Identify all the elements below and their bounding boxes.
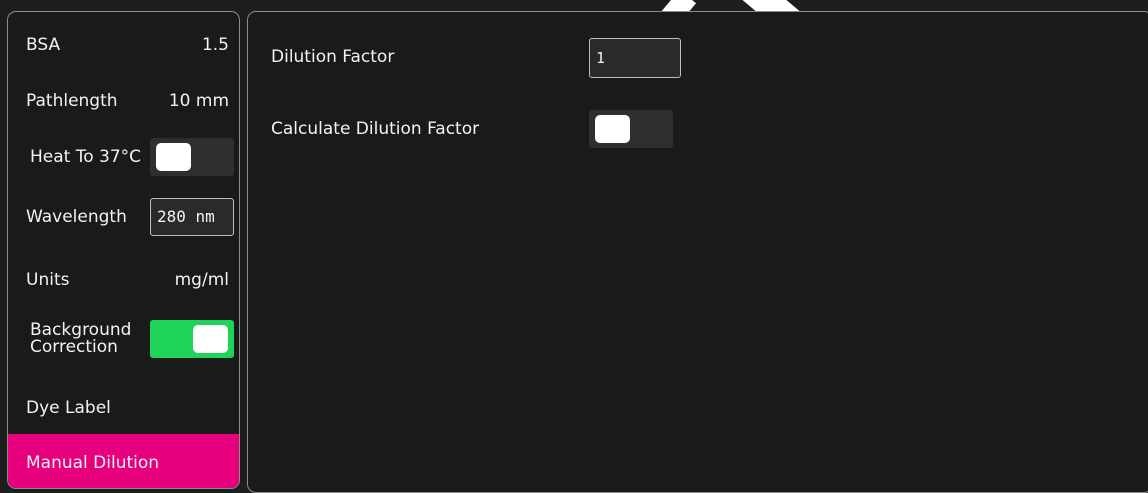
pathlength-value: 10 mm	[168, 91, 229, 111]
toggle-knob	[595, 115, 630, 143]
dilution-factor-label: Dilution Factor	[271, 47, 395, 67]
background-correction-label-line2: Correction	[30, 337, 118, 357]
background-correction-label: Background Correction	[30, 322, 131, 356]
background-correction-toggle[interactable]	[150, 320, 234, 358]
toggle-knob	[193, 325, 228, 353]
bsa-label: BSA	[26, 35, 61, 55]
dilution-factor-input[interactable]: 1	[589, 38, 681, 78]
heat-toggle[interactable]	[150, 138, 234, 176]
manual-dilution-label: Manual Dilution	[26, 453, 160, 473]
sidebar-item-background-correction: Background Correction	[8, 310, 239, 368]
units-value: mg/ml	[174, 270, 229, 290]
heat-label: Heat To 37°C	[30, 147, 142, 167]
wavelength-input[interactable]: 280 nm	[150, 198, 234, 236]
settings-sidebar: BSA 1.5 Pathlength 10 mm Heat To 37°C Wa…	[7, 11, 240, 489]
sidebar-item-dye-label[interactable]: Dye Label	[8, 379, 239, 437]
sidebar-item-heat: Heat To 37°C	[8, 128, 239, 186]
bsa-value: 1.5	[201, 35, 229, 55]
main-panel: Dilution Factor 1 Calculate Dilution Fac…	[247, 11, 1148, 493]
sidebar-item-pathlength[interactable]: Pathlength 10 mm	[8, 72, 239, 130]
dye-label-label: Dye Label	[26, 398, 111, 418]
sidebar-item-wavelength: Wavelength 280 nm	[8, 188, 239, 246]
sidebar-item-units[interactable]: Units mg/ml	[8, 251, 239, 309]
calculate-dilution-factor-toggle[interactable]	[589, 110, 673, 148]
calculate-dilution-factor-label: Calculate Dilution Factor	[271, 119, 480, 139]
wavelength-label: Wavelength	[26, 207, 127, 227]
sidebar-item-bsa[interactable]: BSA 1.5	[8, 16, 239, 74]
sidebar-item-manual-dilution[interactable]: Manual Dilution	[8, 434, 239, 488]
pathlength-label: Pathlength	[26, 91, 118, 111]
units-label: Units	[26, 270, 70, 290]
toggle-knob	[156, 143, 191, 171]
